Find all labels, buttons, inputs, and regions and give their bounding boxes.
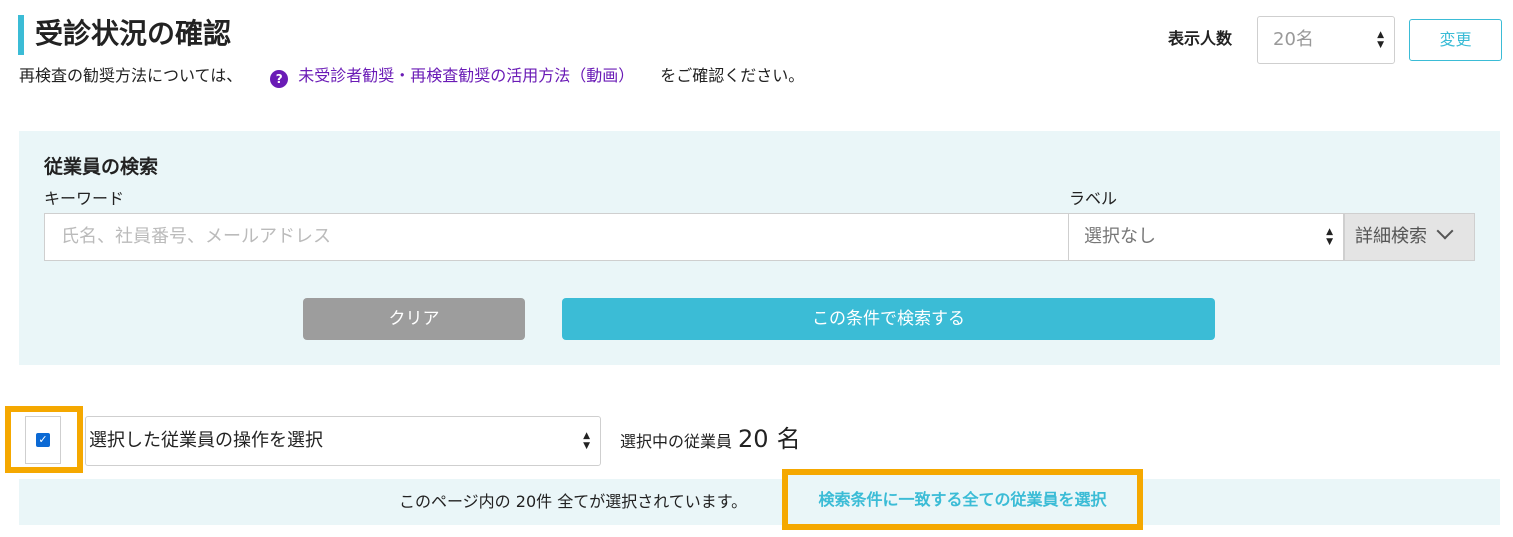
question-icon: ? <box>270 70 289 88</box>
help-prefix: 再検査の勧奨方法については、 <box>19 66 243 85</box>
selected-count-label: 選択中の従業員 <box>620 432 733 451</box>
selection-notice-bar: このページ内の 20件 全てが選択されています。 <box>19 479 1500 525</box>
advanced-search-button[interactable]: 詳細検索 <box>1344 213 1475 261</box>
chevron-down-icon <box>1436 222 1454 240</box>
select-all-matching-link[interactable]: 検索条件に一致する全ての従業員を選択 <box>788 475 1137 524</box>
search-submit-button[interactable]: この条件で検索する <box>562 298 1215 340</box>
help-video-link[interactable]: 未受診者勧奨・再検査勧奨の活用方法（動画） <box>298 66 634 85</box>
title-accent-bar <box>18 15 24 55</box>
label-field-label: ラベル <box>1069 189 1118 208</box>
select-all-checkbox[interactable]: ✓ <box>36 433 50 447</box>
per-page-select[interactable]: 20名 ▲ ▼ <box>1257 16 1395 64</box>
per-page-value: 20名 <box>1273 29 1314 50</box>
selected-count: 選択中の従業員 20 名 <box>620 424 801 457</box>
selected-count-unit: 名 <box>776 425 801 453</box>
bulk-operation-value: 選択した従業員の操作を選択 <box>89 430 323 451</box>
change-button[interactable]: 変更 <box>1409 19 1502 61</box>
select-arrows-icon: ▲ ▼ <box>1326 227 1333 247</box>
highlight-frame-checkbox: ✓ <box>5 406 83 473</box>
advanced-search-label: 詳細検索 <box>1355 226 1427 247</box>
select-arrows-icon: ▲ ▼ <box>1377 30 1384 50</box>
help-suffix: をご確認ください。 <box>660 66 805 85</box>
keyword-input[interactable]: 氏名、社員番号、メールアドレス <box>44 213 1069 261</box>
highlight-frame-link: 検索条件に一致する全ての従業員を選択 <box>782 469 1143 530</box>
selected-count-value: 20 <box>738 425 769 453</box>
search-panel: 従業員の検索 キーワード ラベル 氏名、社員番号、メールアドレス 選択なし ▲ ▼… <box>19 131 1500 365</box>
clear-button[interactable]: クリア <box>303 298 525 340</box>
per-page-label: 表示人数 <box>1168 29 1233 48</box>
selection-notice-text: このページ内の 20件 全てが選択されています。 <box>399 492 748 511</box>
label-select-value: 選択なし <box>1084 226 1156 247</box>
keyword-label: キーワード <box>44 189 125 208</box>
label-select[interactable]: 選択なし ▲ ▼ <box>1068 213 1344 261</box>
page-title: 受診状況の確認 <box>35 17 232 50</box>
help-line: 再検査の勧奨方法については、? 未受診者勧奨・再検査勧奨の活用方法（動画） をご確認… <box>19 64 804 88</box>
select-all-checkbox-cell[interactable]: ✓ <box>25 416 61 464</box>
search-heading: 従業員の検索 <box>44 156 159 178</box>
select-arrows-icon: ▲ ▼ <box>583 431 590 451</box>
bulk-operation-select[interactable]: 選択した従業員の操作を選択 ▲ ▼ <box>85 416 601 466</box>
